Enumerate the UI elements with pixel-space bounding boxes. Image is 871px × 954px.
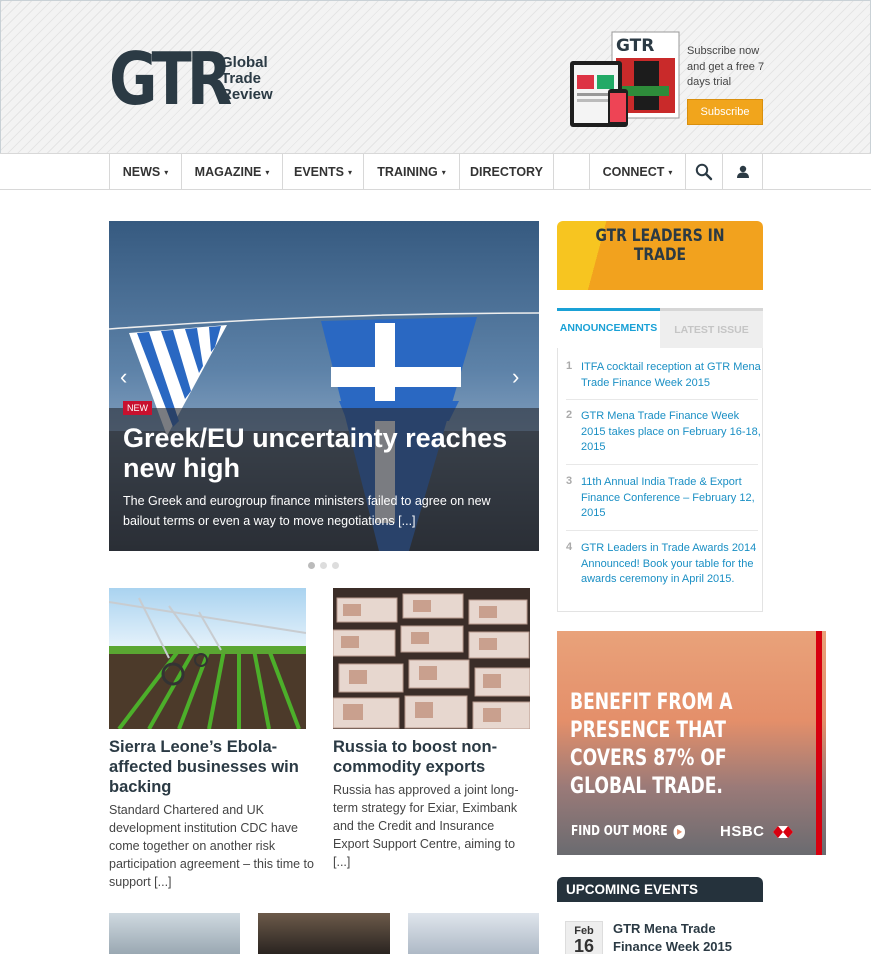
nav-search[interactable] (685, 154, 722, 190)
tab-latest-issue[interactable]: LATEST ISSUE (660, 311, 763, 348)
nav-news[interactable]: NEWS ▾ (109, 154, 181, 190)
gtr-logo[interactable]: GTR Global Trade Review (109, 41, 273, 117)
nav-magazine[interactable]: MAGAZINE ▾ (181, 154, 282, 190)
logo-wordmark: Global Trade Review (221, 54, 273, 103)
leaders-banner-text: GTR LEADERS IN TRADE (595, 226, 725, 265)
svg-text:GTR: GTR (616, 36, 654, 56)
article-image-harbour[interactable] (109, 913, 240, 954)
slider-dot[interactable] (308, 562, 315, 569)
logo-mark: GTR (109, 37, 232, 121)
hsbc-logo: HSBC (720, 823, 794, 840)
leaders-in-trade-banner[interactable]: GTR LEADERS IN TRADE (557, 221, 763, 290)
article-title[interactable]: Sierra Leone’s Ebola-affected businesses… (109, 737, 314, 797)
play-circle-icon: ▶ (673, 824, 686, 839)
subscribe-button[interactable]: Subscribe (687, 99, 763, 125)
tab-announcements[interactable]: ANNOUNCEMENTS (557, 308, 660, 345)
nav-user[interactable] (722, 154, 763, 190)
ad-find-out-more[interactable]: FIND OUT MORE ▶ (571, 824, 686, 839)
main-nav: NEWS ▾ MAGAZINE ▾ EVENTS ▾ TRAINING ▾ DIRECT… (0, 153, 871, 190)
list-item[interactable]: 1 ITFA cocktail reception at GTR Mena Tr… (566, 360, 761, 400)
slider-dots (308, 562, 339, 569)
subscribe-text: Subscribe now and get a free 7 days tria… (687, 45, 765, 88)
site-header: GTR Global Trade Review GTR Subscribe no… (0, 0, 871, 153)
magazine-devices-image[interactable]: GTR (568, 31, 680, 129)
sidebar-tabs: ANNOUNCEMENTS LATEST ISSUE (557, 308, 763, 348)
hsbc-advertisement[interactable]: BENEFIT FROM A PRESENCE THAT COVERS 87% … (557, 631, 826, 855)
hero-title[interactable]: Greek/EU uncertainty reaches new high (123, 423, 533, 483)
hero-summary: The Greek and eurogroup finance minister… (123, 494, 491, 528)
nav-empty[interactable] (553, 154, 589, 190)
article-image-banknotes[interactable] (333, 588, 530, 729)
slider-prev-arrow-icon[interactable]: ‹ (120, 364, 127, 390)
hsbc-hexagon-icon (773, 826, 794, 839)
event-title[interactable]: GTR Mena Trade Finance Week 2015 (613, 920, 763, 954)
slider-dot[interactable] (320, 562, 327, 569)
user-icon (736, 165, 749, 178)
list-item[interactable]: 4 GTR Leaders in Trade Awards 2014 Annou… (566, 541, 758, 605)
nav-connect[interactable]: CONNECT ▾ (589, 154, 685, 190)
search-icon (695, 163, 713, 181)
upcoming-events-header: UPCOMING EVENTS (557, 877, 763, 902)
announcements-list: 1 ITFA cocktail reception at GTR Mena Tr… (557, 348, 763, 612)
article-summary: Russia has approved a joint long-term st… (333, 783, 519, 869)
event-date: Feb 16 (565, 921, 603, 954)
article-image-ship[interactable] (258, 913, 390, 954)
article-title[interactable]: Russia to boost non-commodity exports (333, 737, 533, 777)
subscribe-promo: GTR Subscribe now and get a free 7 days … (568, 31, 768, 131)
caret-down-icon: ▾ (441, 167, 446, 177)
caret-down-icon: ▾ (348, 167, 353, 177)
slider-next-arrow-icon[interactable]: › (512, 364, 519, 390)
caret-down-icon: ▾ (265, 167, 270, 177)
article-image-farm[interactable] (109, 588, 306, 729)
article-summary: Standard Chartered and UK development in… (109, 803, 314, 889)
nav-training[interactable]: TRAINING ▾ (363, 154, 459, 190)
ad-headline: BENEFIT FROM A PRESENCE THAT COVERS 87% … (570, 690, 733, 799)
nav-events[interactable]: EVENTS ▾ (282, 154, 363, 190)
list-item[interactable]: 3 11th Annual India Trade & Export Finan… (566, 475, 758, 531)
new-badge: NEW (123, 401, 152, 415)
article-image-law-text[interactable] (408, 913, 539, 954)
nav-directory[interactable]: DIRECTORY (459, 154, 553, 190)
caret-down-icon: ▾ (164, 167, 169, 177)
slider-dot[interactable] (332, 562, 339, 569)
caret-down-icon: ▾ (668, 167, 673, 177)
list-item[interactable]: 2 GTR Mena Trade Finance Week 2015 takes… (566, 409, 761, 465)
